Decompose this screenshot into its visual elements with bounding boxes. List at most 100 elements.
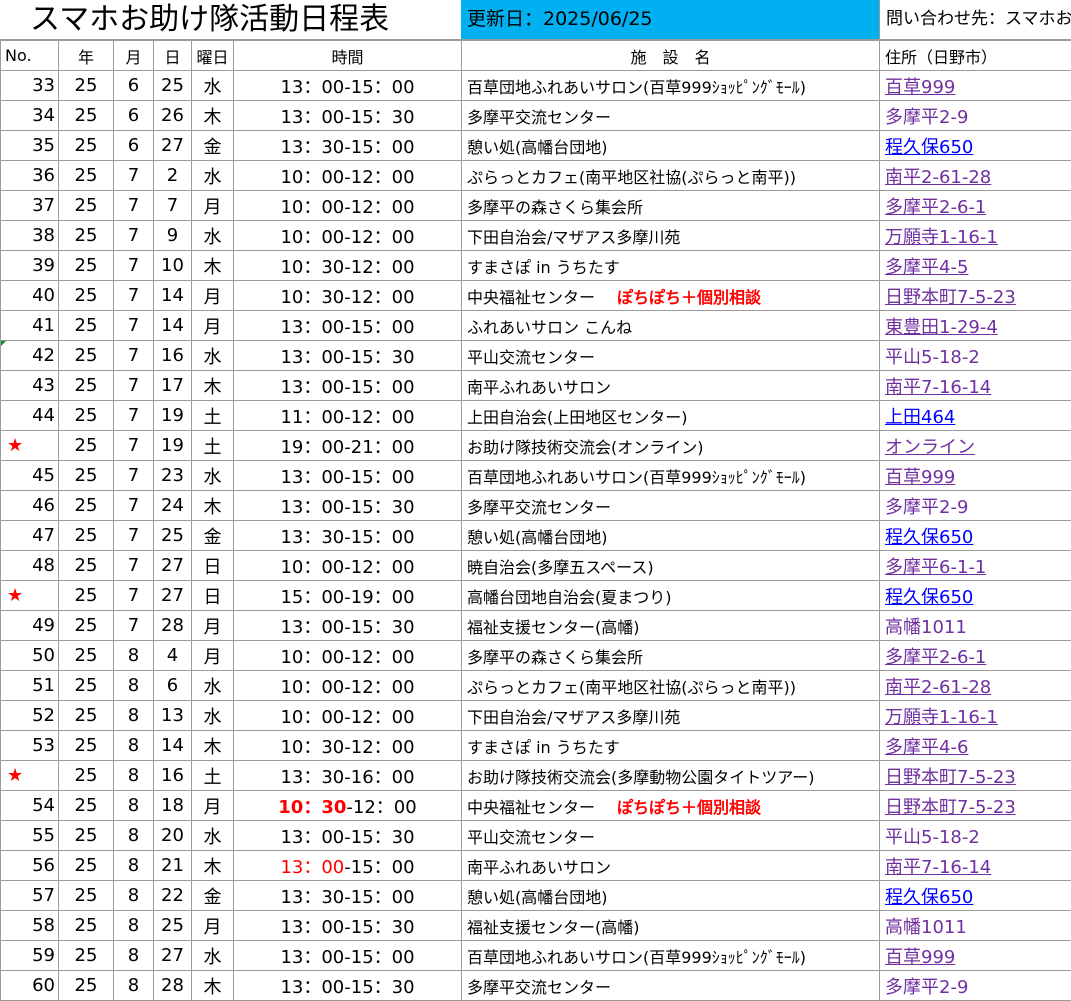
cell-no[interactable]: 36 [1, 161, 59, 191]
cell-no[interactable]: 38 [1, 221, 59, 251]
address-link[interactable]: 多摩平4-5 [885, 257, 968, 278]
col-header-no[interactable]: No. [1, 41, 59, 71]
address-link[interactable]: 百草999 [885, 77, 955, 98]
cell-facility[interactable]: ぷらっとカフェ(南平地区社協(ぷらっと南平)) [462, 161, 880, 191]
col-header-month[interactable]: 月 [114, 41, 154, 71]
cell-year[interactable]: 25 [59, 191, 114, 221]
cell-time[interactable]: 13：00-15：00 [234, 71, 462, 101]
cell-no[interactable]: 44 [1, 401, 59, 431]
cell-address[interactable]: 南平2-61-28 [880, 671, 1071, 701]
cell-year[interactable]: 25 [59, 911, 114, 941]
cell-no[interactable]: 54 [1, 791, 59, 821]
cell-address[interactable]: 多摩平4-5 [880, 251, 1071, 281]
cell-month[interactable]: 7 [114, 551, 154, 581]
col-header-address[interactable]: 住所（日野市） [880, 41, 1071, 71]
cell-facility[interactable]: 高幡台団地自治会(夏まつり) [462, 581, 880, 611]
cell-day[interactable]: 27 [154, 941, 192, 971]
cell-no[interactable]: 46 [1, 491, 59, 521]
cell-month[interactable]: 8 [114, 791, 154, 821]
cell-year[interactable]: 25 [59, 101, 114, 131]
cell-address[interactable]: 程久保650 [880, 881, 1071, 911]
cell-no[interactable]: 51 [1, 671, 59, 701]
cell-year[interactable]: 25 [59, 791, 114, 821]
cell-facility[interactable]: 下田自治会/マザアス多摩川苑 [462, 701, 880, 731]
cell-no[interactable]: 58 [1, 911, 59, 941]
cell-no[interactable]: 60 [1, 971, 59, 1001]
cell-address[interactable]: 平山5-18-2 [880, 341, 1071, 371]
cell-facility[interactable]: 百草団地ふれあいサロン(百草999ｼｮｯﾋﾟﾝｸﾞﾓｰﾙ) [462, 461, 880, 491]
cell-time[interactable]: 13：00-15：30 [234, 821, 462, 851]
contact-info[interactable]: 問い合わせ先：スマホお [879, 0, 1071, 39]
cell-weekday[interactable]: 水 [192, 671, 234, 701]
cell-month[interactable]: 7 [114, 461, 154, 491]
address-link[interactable]: 日野本町7-5-23 [885, 797, 1016, 818]
cell-weekday[interactable]: 水 [192, 341, 234, 371]
cell-no[interactable]: 42 [1, 341, 59, 371]
cell-day[interactable]: 19 [154, 401, 192, 431]
cell-year[interactable]: 25 [59, 821, 114, 851]
cell-facility[interactable]: 憩い処(高幡台団地) [462, 881, 880, 911]
cell-address[interactable]: 多摩平4-6 [880, 731, 1071, 761]
cell-address[interactable]: 多摩平2-6-1 [880, 191, 1071, 221]
address-link[interactable]: 南平7-16-14 [885, 377, 991, 398]
cell-day[interactable]: 22 [154, 881, 192, 911]
cell-weekday[interactable]: 月 [192, 911, 234, 941]
cell-weekday[interactable]: 日 [192, 581, 234, 611]
cell-no[interactable]: 35 [1, 131, 59, 161]
cell-weekday[interactable]: 月 [192, 611, 234, 641]
cell-address[interactable]: 日野本町7-5-23 [880, 281, 1071, 311]
cell-weekday[interactable]: 水 [192, 461, 234, 491]
cell-weekday[interactable]: 水 [192, 161, 234, 191]
cell-year[interactable]: 25 [59, 221, 114, 251]
col-header-facility[interactable]: 施 設 名 [462, 41, 880, 71]
cell-year[interactable]: 25 [59, 341, 114, 371]
cell-time[interactable]: 13：00-15：30 [234, 341, 462, 371]
cell-time[interactable]: 10：00-12：00 [234, 551, 462, 581]
cell-day[interactable]: 2 [154, 161, 192, 191]
cell-time[interactable]: 10：30-12：00 [234, 281, 462, 311]
cell-no[interactable]: 43 [1, 371, 59, 401]
cell-time[interactable]: 13：00-15：00 [234, 371, 462, 401]
cell-month[interactable]: 7 [114, 251, 154, 281]
cell-day[interactable]: 25 [154, 521, 192, 551]
cell-no[interactable]: 34 [1, 101, 59, 131]
cell-address[interactable]: オンライン [880, 431, 1071, 461]
address-link[interactable]: 程久保650 [885, 137, 973, 158]
cell-day[interactable]: 4 [154, 641, 192, 671]
cell-facility[interactable]: 福祉支援センター(高幡) [462, 611, 880, 641]
cell-month[interactable]: 8 [114, 971, 154, 1001]
cell-address[interactable]: 百草999 [880, 461, 1071, 491]
cell-address[interactable]: 万願寺1-16-1 [880, 701, 1071, 731]
cell-year[interactable]: 25 [59, 551, 114, 581]
cell-time[interactable]: 13：00-15：30 [234, 491, 462, 521]
cell-facility[interactable]: ぷらっとカフェ(南平地区社協(ぷらっと南平)) [462, 671, 880, 701]
cell-time[interactable]: 10：00-12：00 [234, 671, 462, 701]
cell-year[interactable]: 25 [59, 281, 114, 311]
cell-facility[interactable]: 中央福祉センターぽちぽち＋個別相談 [462, 791, 880, 821]
cell-weekday[interactable]: 木 [192, 971, 234, 1001]
cell-weekday[interactable]: 木 [192, 851, 234, 881]
cell-year[interactable]: 25 [59, 971, 114, 1001]
cell-year[interactable]: 25 [59, 761, 114, 791]
cell-time[interactable]: 13：00-15：00 [234, 461, 462, 491]
address-link[interactable]: オンライン [885, 437, 975, 458]
cell-facility[interactable]: 福祉支援センター(高幡) [462, 911, 880, 941]
cell-month[interactable]: 7 [114, 611, 154, 641]
cell-day[interactable]: 28 [154, 611, 192, 641]
cell-year[interactable]: 25 [59, 161, 114, 191]
cell-day[interactable]: 14 [154, 281, 192, 311]
cell-facility[interactable]: 憩い処(高幡台団地) [462, 521, 880, 551]
cell-time[interactable]: 13：30-15：00 [234, 131, 462, 161]
cell-year[interactable]: 25 [59, 881, 114, 911]
cell-time[interactable]: 10：00-12：00 [234, 161, 462, 191]
cell-address[interactable]: 程久保650 [880, 521, 1071, 551]
cell-weekday[interactable]: 土 [192, 761, 234, 791]
cell-address[interactable]: 多摩平2-9 [880, 101, 1071, 131]
cell-day[interactable]: 20 [154, 821, 192, 851]
cell-day[interactable]: 18 [154, 791, 192, 821]
cell-weekday[interactable]: 土 [192, 431, 234, 461]
address-link[interactable]: 百草999 [885, 467, 955, 488]
cell-time[interactable]: 10：00-12：00 [234, 641, 462, 671]
cell-time[interactable]: 13：30-15：00 [234, 521, 462, 551]
cell-address[interactable]: 高幡1011 [880, 911, 1071, 941]
